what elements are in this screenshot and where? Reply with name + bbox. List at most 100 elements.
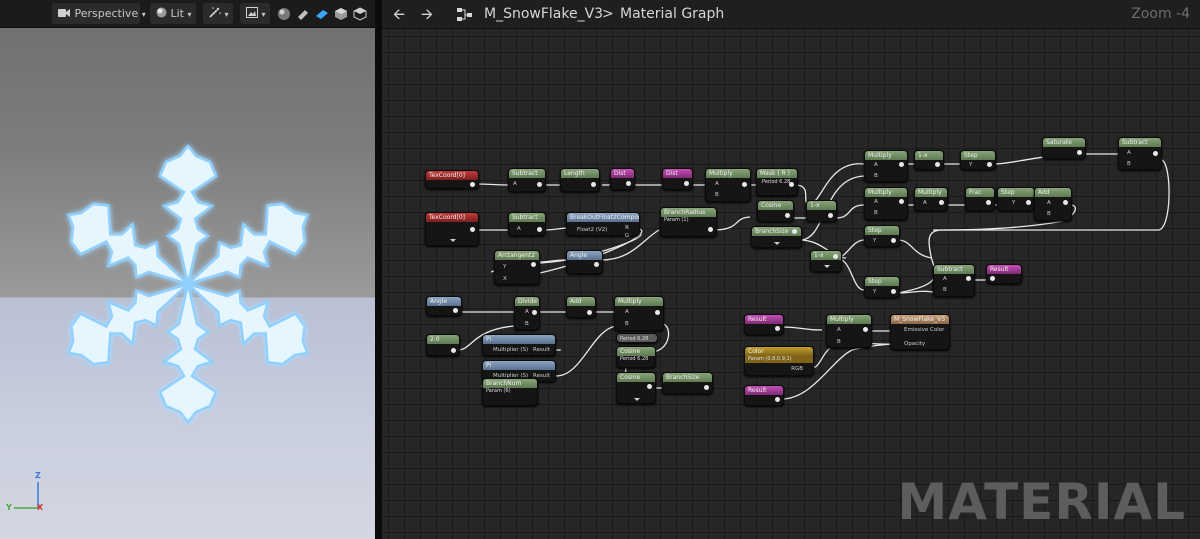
output-pin[interactable]	[470, 227, 475, 232]
output-pin[interactable]	[935, 162, 940, 167]
node-dist-2[interactable]: Dist	[662, 168, 693, 190]
output-pin[interactable]	[939, 200, 944, 205]
output-pin[interactable]	[451, 348, 456, 353]
chevron-down-icon[interactable]	[824, 265, 830, 268]
input-pin[interactable]	[990, 276, 995, 281]
output-pin[interactable]	[684, 181, 689, 186]
output-pin[interactable]	[792, 229, 797, 234]
node-color[interactable]: Color Param (0.8,0.9,1) RGB	[744, 346, 814, 376]
node-add-2[interactable]: Add	[566, 296, 596, 318]
output-pin[interactable]	[828, 213, 833, 218]
node-result-1[interactable]: Result	[986, 264, 1022, 284]
output-pin[interactable]	[594, 262, 599, 267]
node-result-3[interactable]: Result	[744, 385, 784, 406]
node-angle-2[interactable]: Angle	[426, 296, 462, 316]
node-subtract-4[interactable]: Subtract A B	[933, 264, 975, 297]
node-step-3[interactable]: Step Y	[864, 225, 900, 247]
node-material-output[interactable]: M_SnowFlake_V3 Emissive Color Opacity	[890, 314, 950, 350]
viewport-panel[interactable]: Perspective ▾ Lit ▾ ▾ ▾ Z Y X	[0, 0, 375, 539]
node-subtract-3[interactable]: Subtract A B	[1118, 137, 1162, 170]
node-branch-radius[interactable]: BranchRadius Param (1)	[660, 207, 717, 237]
output-pin[interactable]	[789, 182, 794, 187]
node-add-1[interactable]: Add A B	[1034, 187, 1072, 221]
node-step-4[interactable]: Step Y	[864, 276, 900, 298]
output-pin[interactable]	[775, 397, 780, 402]
output-pin[interactable]	[537, 182, 542, 187]
output-pin[interactable]	[785, 213, 790, 218]
output-pin[interactable]	[1063, 200, 1068, 205]
node-multiply-4[interactable]: Multiply A	[914, 187, 948, 211]
material-graph-canvas[interactable]: 🡨 🡪 M_SnowFlake_V3 > Material Graph Zoom…	[382, 0, 1200, 539]
node-subtract-2[interactable]: Subtract A	[508, 212, 546, 236]
node-cosine-2[interactable]: Cosine Period 6.28	[616, 346, 656, 368]
node-angle-1[interactable]: Angle	[566, 250, 603, 274]
node-divide[interactable]: Divide A B	[514, 296, 540, 330]
z-axis-label: Z	[35, 471, 41, 480]
output-pin[interactable]	[453, 308, 458, 313]
output-pin[interactable]	[899, 199, 904, 204]
output-pin[interactable]	[891, 238, 896, 243]
node-dist-1[interactable]: Dist	[610, 168, 635, 190]
node-result-2[interactable]: Result	[744, 314, 784, 335]
node-one-minus-1[interactable]: 1-x	[806, 200, 837, 222]
output-pin[interactable]	[708, 227, 713, 232]
node-branch-size-2[interactable]: BranchSize	[662, 372, 713, 394]
node-cosine-1[interactable]: Cosine	[757, 200, 794, 222]
output-pin[interactable]	[626, 181, 631, 186]
node-subtract-1[interactable]: Subtract A	[508, 168, 546, 192]
node-length[interactable]: Length	[560, 168, 600, 192]
node-one-minus-2[interactable]: 1-x	[914, 150, 944, 170]
node-multiply-3[interactable]: Multiply A B	[864, 187, 908, 220]
output-pin[interactable]	[537, 227, 542, 232]
node-step-1[interactable]: Step Y	[960, 150, 996, 170]
output-pin[interactable]	[1026, 200, 1031, 205]
chevron-down-icon[interactable]	[774, 242, 780, 245]
node-one-minus-3[interactable]: 1-x	[810, 250, 842, 272]
chevron-down-icon[interactable]	[450, 239, 456, 242]
output-pin[interactable]	[863, 327, 868, 332]
output-pin[interactable]	[833, 254, 838, 259]
output-pin[interactable]	[891, 289, 896, 294]
output-pin[interactable]	[1077, 150, 1082, 155]
node-texcoord-2[interactable]: TexCoord[0]	[425, 212, 479, 246]
node-constant-2[interactable]: 2.0	[426, 334, 460, 356]
node-saturate[interactable]: Saturate	[1042, 137, 1086, 159]
node-cosine-3[interactable]: Cosine	[616, 372, 656, 404]
node-breakout-float2[interactable]: BreakOutFloat2Components Float2 (V2) R G	[566, 212, 640, 239]
node-multiply-2[interactable]: Multiply A B	[864, 150, 908, 182]
output-pin[interactable]	[775, 326, 780, 331]
output-pin[interactable]	[742, 182, 747, 187]
pin-y: Y	[1012, 200, 1016, 206]
node-multiply-5[interactable]: Multiply A B	[614, 296, 664, 331]
output-pin[interactable]	[532, 310, 537, 315]
node-arctangent2[interactable]: Arctangent2 Y X	[494, 250, 540, 285]
output-pin[interactable]	[531, 262, 536, 267]
output-pin[interactable]	[987, 162, 992, 167]
node-step-2[interactable]: Step Y	[997, 187, 1035, 211]
output-pin[interactable]	[655, 310, 660, 315]
node-texcoord-1[interactable]: TexCoord[0]	[425, 170, 479, 189]
node-title: TexCoord[0]	[426, 213, 478, 222]
output-pin[interactable]	[470, 182, 475, 187]
output-pin[interactable]	[647, 384, 652, 389]
output-pin[interactable]	[704, 385, 709, 390]
pin-x: X	[503, 276, 507, 282]
node-pi-1[interactable]: Pi Multiplier (S) Result	[482, 334, 556, 356]
node-branch-size-1[interactable]: BranchSize	[751, 226, 802, 248]
node-mask[interactable]: Mask ( R ) Period 6.28	[756, 168, 798, 196]
output-pin[interactable]	[986, 200, 991, 205]
output-pin[interactable]	[1153, 151, 1158, 156]
node-frac[interactable]: Frac	[965, 187, 995, 211]
node-branch-num[interactable]: BranchNum Param (6)	[482, 378, 538, 406]
pin-input: Float2 (V2)	[577, 227, 608, 233]
panel-splitter[interactable]	[375, 0, 382, 539]
output-pin[interactable]	[966, 276, 971, 281]
output-pin[interactable]	[899, 162, 904, 167]
output-pin[interactable]	[587, 310, 592, 315]
output-pin[interactable]	[591, 182, 596, 187]
node-multiply-6[interactable]: Multiply A B	[826, 314, 872, 348]
node-subtitle: Param (1)	[664, 217, 689, 223]
node-period[interactable]: Period 6.28	[616, 333, 658, 343]
node-multiply-1[interactable]: Multiply A B	[705, 168, 751, 202]
chevron-down-icon[interactable]	[634, 398, 640, 401]
